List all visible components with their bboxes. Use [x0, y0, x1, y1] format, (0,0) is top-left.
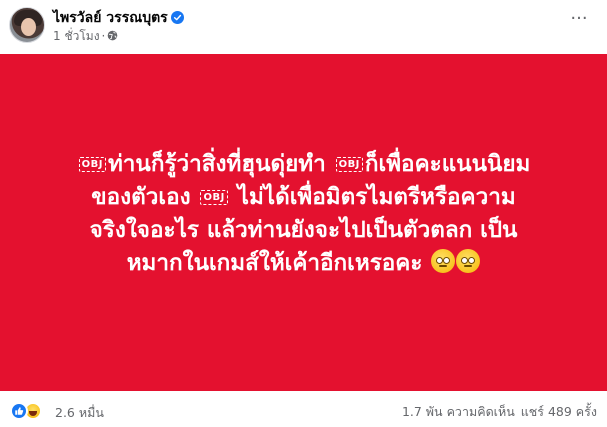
- post-text-segment: ก็เพื่อคะแนนนิยม: [364, 151, 531, 177]
- post-timestamp[interactable]: 1 ชั่วโมง: [53, 29, 100, 43]
- more-options-button[interactable]: ···: [566, 10, 592, 32]
- post-text-segment: ท่านก็รู้ว่าสิ่งที่ฮุนดุ่ยทำ: [107, 151, 326, 177]
- object-placeholder-icon: OBJ: [78, 157, 106, 172]
- engagement-stats: 1.7 พัน ความคิดเห็น แชร์ 489 ครั้ง: [402, 405, 597, 419]
- globe-icon[interactable]: [107, 30, 118, 41]
- post-text-segment: ของตัวเอง: [91, 184, 191, 210]
- post-text-segment: ไม่ได้เพื่อมิตรไมตรีหรือความ: [237, 184, 516, 210]
- face-with-rolling-eyes-icon: [431, 249, 456, 273]
- meta-separator: ·: [101, 29, 106, 43]
- object-placeholder-icon: OBJ: [200, 190, 228, 205]
- post-text-segment: จริงใจอะไร แล้วท่านยังจะไปเป็นตัวตลก เป็…: [89, 217, 518, 243]
- author-name[interactable]: ไพรวัลย์ วรรณบุตร: [53, 9, 184, 27]
- post-footer: 2.6 หมื่น 1.7 พัน ความคิดเห็น แชร์ 489 คร…: [0, 399, 607, 423]
- verified-badge-icon: [170, 11, 184, 24]
- post-text-segment: หมากในเกมส์ให้เค้าอีกเหรอคะ: [126, 250, 423, 276]
- post-background: OBJ ท่านก็รู้ว่าสิ่งที่ฮุนดุ่ยทำ OBJ ก็เพื…: [0, 54, 607, 391]
- share-count[interactable]: แชร์ 489 ครั้ง: [521, 404, 597, 419]
- reaction-count[interactable]: 2.6 หมื่น: [55, 406, 104, 420]
- post-text: OBJ ท่านก็รู้ว่าสิ่งที่ฮุนดุ่ยทำ OBJ ก็เพื…: [22, 148, 585, 280]
- author-name-text[interactable]: ไพรวัลย์ วรรณบุตร: [53, 10, 168, 26]
- comment-count[interactable]: 1.7 พัน ความคิดเห็น: [402, 404, 515, 419]
- object-placeholder-icon: OBJ: [335, 157, 363, 172]
- avatar[interactable]: [9, 7, 45, 43]
- like-reaction-icon: [10, 402, 28, 420]
- post-meta: 1 ชั่วโมง ·: [53, 29, 118, 43]
- post-header: ไพรวัลย์ วรรณบุตร 1 ชั่วโมง · ···: [0, 0, 607, 52]
- face-with-rolling-eyes-icon: [456, 249, 481, 273]
